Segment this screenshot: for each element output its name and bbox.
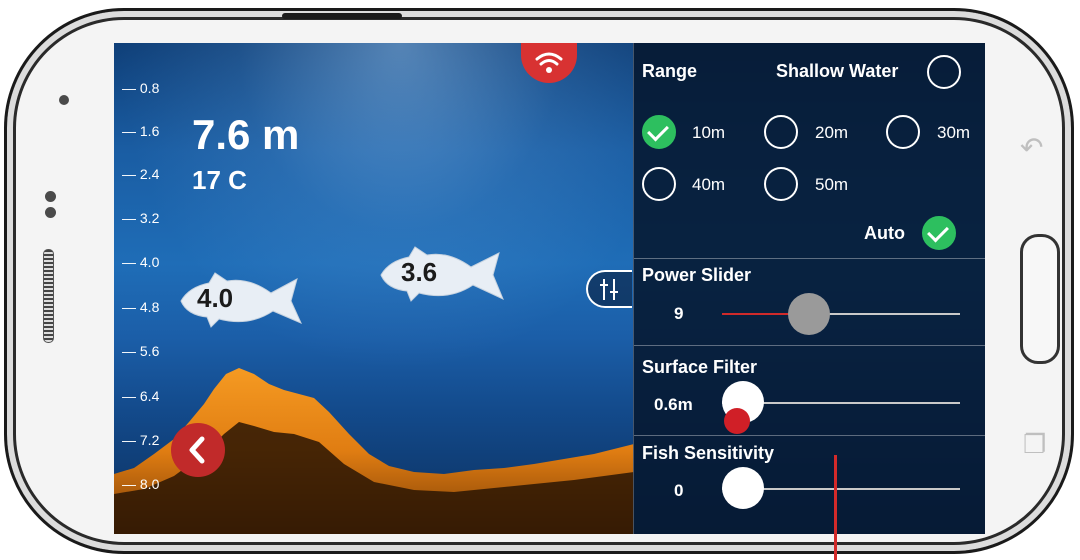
range-label: 40m — [692, 175, 726, 194]
fish-icon — [380, 246, 504, 302]
wifi-icon — [535, 52, 563, 73]
scale-tick: — 4.0 — [122, 254, 160, 270]
surface-filter-title: Surface Filter — [642, 357, 758, 377]
auto-checkbox[interactable] — [922, 216, 956, 250]
fish-sensitivity-title: Fish Sensitivity — [642, 443, 775, 463]
fish-marker[interactable]: 4.0 — [179, 269, 309, 329]
auto-label: Auto — [864, 223, 905, 243]
fish-depth-label: 3.6 — [401, 257, 438, 287]
radio-50m[interactable] — [764, 167, 798, 201]
power-slider-fill — [722, 313, 798, 315]
settings-panel-toggle[interactable] — [586, 270, 632, 308]
range-label: 20m — [815, 123, 849, 142]
radio-20m[interactable] — [764, 115, 798, 149]
radio-40m[interactable] — [642, 167, 676, 201]
surface-filter-value: 0.6m — [654, 395, 693, 414]
fish-sensitivity-thumb[interactable] — [722, 467, 764, 509]
callout-line — [834, 455, 837, 560]
callout-dot — [724, 408, 750, 434]
range-label: 50m — [815, 175, 849, 194]
scale-tick: — 7.2 — [122, 432, 160, 448]
depth-readout: 7.6 m — [192, 111, 300, 158]
check-icon — [647, 119, 669, 142]
sliders-icon — [600, 279, 618, 300]
shallow-water-label: Shallow Water — [776, 61, 899, 81]
divider — [634, 435, 985, 436]
phone-top-slot — [282, 13, 402, 19]
chevron-left-icon — [189, 436, 205, 464]
scale-tick: — 1.6 — [122, 123, 160, 139]
wifi-status-button[interactable] — [521, 43, 577, 83]
sensor-dot-2 — [45, 207, 56, 218]
scale-tick: — 3.2 — [122, 210, 160, 226]
power-slider-value: 9 — [674, 304, 684, 323]
home-button[interactable] — [1020, 234, 1060, 364]
shallow-water-checkbox[interactable] — [927, 55, 961, 89]
radio-30m[interactable] — [886, 115, 920, 149]
scale-tick: — 0.8 — [122, 80, 160, 96]
fish-marker[interactable]: 3.6 — [379, 243, 511, 305]
range-label: 30m — [937, 123, 971, 142]
back-button[interactable] — [171, 423, 225, 477]
speaker-grille — [43, 249, 54, 343]
scale-tick: — 8.0 — [122, 476, 160, 492]
hw-recents-icon[interactable]: ❐ — [1023, 429, 1046, 460]
divider — [634, 258, 985, 259]
sensor-dot-1 — [45, 191, 56, 202]
power-slider-track[interactable] — [722, 313, 960, 315]
power-slider-title: Power Slider — [642, 265, 752, 285]
sonar-screen: — 0.8 — 1.6 — 2.4 — 3.2 — 4.0 — 4.8 — 5.… — [114, 43, 985, 534]
radio-10m[interactable] — [642, 115, 676, 149]
scale-tick: — 2.4 — [122, 166, 160, 182]
temperature-readout: 17 C — [192, 165, 247, 195]
hw-back-icon[interactable]: ↶ — [1020, 131, 1043, 164]
settings-panel: Range Shallow Water 10m 20m 30m 40m 50m … — [633, 43, 985, 534]
check-icon — [927, 220, 949, 243]
fish-sensitivity-value: 0 — [674, 481, 684, 500]
range-label: 10m — [692, 123, 726, 142]
range-title: Range — [642, 61, 698, 81]
scale-tick: — 6.4 — [122, 388, 160, 404]
scale-tick: — 4.8 — [122, 299, 160, 315]
power-slider-thumb[interactable] — [788, 293, 830, 335]
divider — [634, 345, 985, 346]
camera-dot — [59, 95, 69, 105]
scale-tick: — 5.6 — [122, 343, 160, 359]
fish-depth-label: 4.0 — [197, 283, 234, 313]
